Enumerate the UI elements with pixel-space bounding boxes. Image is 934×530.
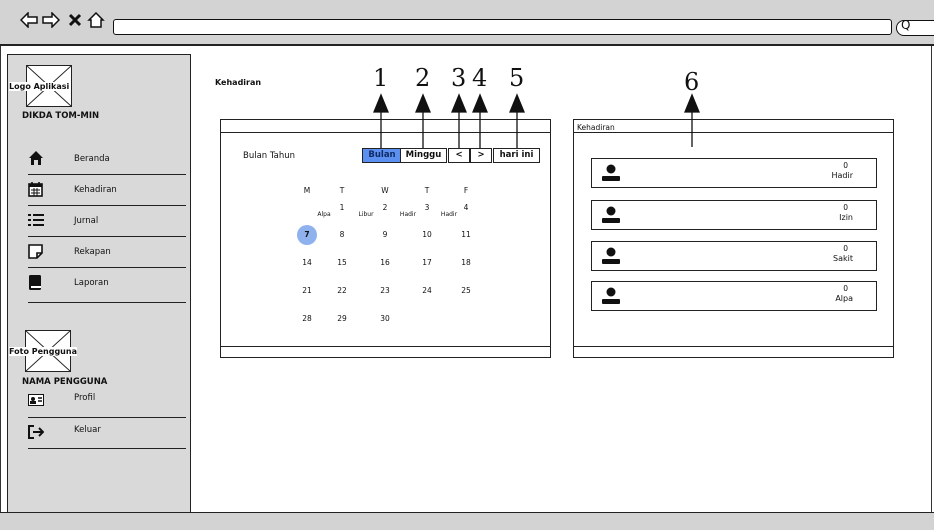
callout-arrows bbox=[373, 93, 700, 148]
callout-number: 6 bbox=[684, 68, 700, 96]
status-bar bbox=[0, 512, 934, 530]
callout-number: 3 bbox=[451, 64, 467, 92]
callout-number: 5 bbox=[509, 64, 525, 92]
callout-number: 1 bbox=[373, 64, 389, 92]
callout-number: 2 bbox=[415, 64, 431, 92]
callout-number: 4 bbox=[472, 64, 488, 92]
